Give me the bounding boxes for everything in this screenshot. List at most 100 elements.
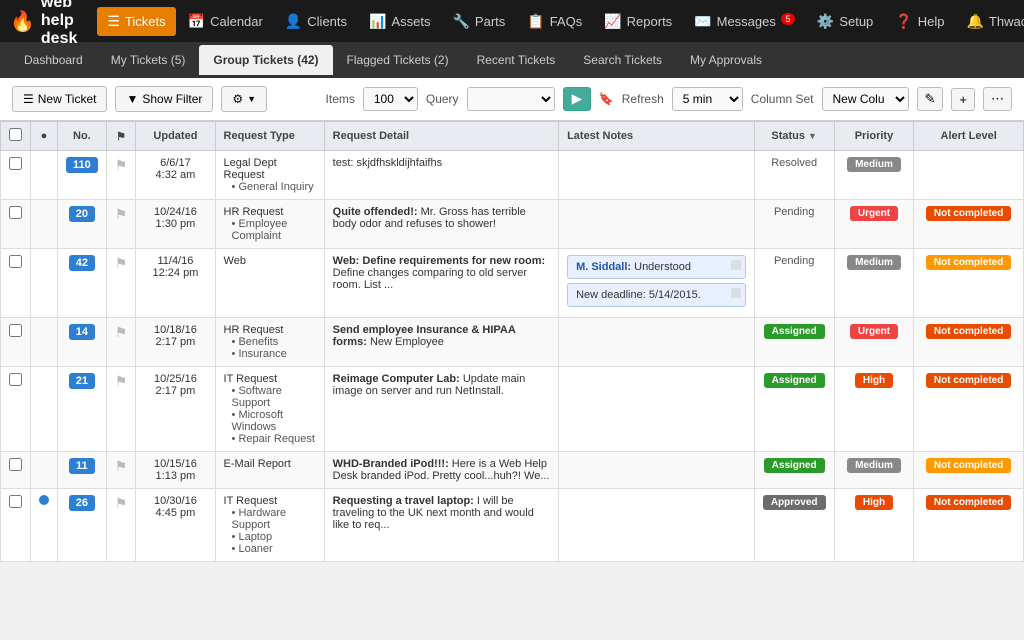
table-row[interactable]: 42⚑11/4/1612:24 pmWebWeb: Define require…	[1, 249, 1024, 318]
row-number-cell[interactable]: 21	[58, 367, 107, 452]
col-header-priority[interactable]: Priority	[834, 122, 914, 151]
row-request-detail-cell[interactable]: test: skjdfhskldijhfaifhs	[324, 151, 558, 200]
nav-item-faqs[interactable]: 📋 FAQs	[517, 7, 592, 36]
row-checkbox[interactable]	[9, 324, 22, 337]
row-alert-level-cell: Not completed	[914, 452, 1024, 489]
row-number-cell[interactable]: 110	[58, 151, 107, 200]
flag-icon[interactable]: ⚑	[115, 495, 128, 511]
ticket-number-badge[interactable]: 110	[66, 157, 98, 173]
table-row[interactable]: 26⚑10/30/164:45 pmIT RequestHardware Sup…	[1, 489, 1024, 562]
run-query-button[interactable]: ▶	[563, 87, 591, 111]
ticket-number-badge[interactable]: 42	[69, 255, 95, 271]
ticket-number-badge[interactable]: 11	[69, 458, 95, 474]
col-header-latest-notes[interactable]: Latest Notes	[559, 122, 755, 151]
table-row[interactable]: 14⚑10/18/162:17 pmHR RequestBenefitsInsu…	[1, 318, 1024, 367]
column-set-select[interactable]: New Colu	[822, 87, 909, 111]
table-row[interactable]: 11⚑10/15/161:13 pmE-Mail ReportWHD-Brand…	[1, 452, 1024, 489]
new-ticket-button[interactable]: ☰ New Ticket	[12, 86, 107, 112]
subnav-dashboard[interactable]: Dashboard	[10, 45, 97, 75]
row-flag-cell[interactable]: ⚑	[106, 200, 136, 249]
row-number-cell[interactable]: 20	[58, 200, 107, 249]
row-checkbox[interactable]	[9, 458, 22, 471]
subnav-flagged-tickets[interactable]: Flagged Tickets (2)	[333, 45, 463, 75]
ticket-number-badge[interactable]: 14	[69, 324, 95, 340]
row-checkbox[interactable]	[9, 373, 22, 386]
flag-icon[interactable]: ⚑	[115, 157, 128, 173]
table-row[interactable]: 20⚑10/24/161:30 pmHR RequestEmployee Com…	[1, 200, 1024, 249]
col-header-request-type[interactable]: Request Type	[215, 122, 324, 151]
col-header-request-detail[interactable]: Request Detail	[324, 122, 558, 151]
row-number-cell[interactable]: 26	[58, 489, 107, 562]
row-latest-notes-cell	[559, 151, 755, 200]
subnav-my-tickets[interactable]: My Tickets (5)	[97, 45, 200, 75]
row-checkbox[interactable]	[9, 157, 22, 170]
col-header-dot: ●	[31, 122, 58, 151]
nav-item-messages[interactable]: ✉️ Messages 5	[684, 7, 805, 36]
nav-item-setup[interactable]: ⚙️ Setup	[807, 7, 883, 36]
flag-icon[interactable]: ⚑	[115, 255, 128, 271]
subnav-group-tickets[interactable]: Group Tickets (42)	[199, 45, 332, 75]
row-flag-cell[interactable]: ⚑	[106, 151, 136, 200]
row-flag-cell[interactable]: ⚑	[106, 452, 136, 489]
row-flag-cell[interactable]: ⚑	[106, 249, 136, 318]
logo[interactable]: 🔥 web help desk	[10, 0, 77, 48]
row-number-cell[interactable]: 11	[58, 452, 107, 489]
row-request-detail-cell[interactable]: Quite offended!: Mr. Gross has terrible …	[324, 200, 558, 249]
row-checkbox[interactable]	[9, 495, 22, 508]
row-checkbox[interactable]	[9, 255, 22, 268]
row-checkbox[interactable]	[9, 206, 22, 219]
query-select[interactable]	[467, 87, 555, 111]
col-header-checkbox[interactable]	[1, 122, 31, 151]
row-request-detail-cell[interactable]: WHD-Branded iPod!!!: Here is a Web Help …	[324, 452, 558, 489]
flag-icon[interactable]: ⚑	[115, 373, 128, 389]
row-request-detail-cell[interactable]: Send employee Insurance & HIPAA forms: N…	[324, 318, 558, 367]
table-row[interactable]: 21⚑10/25/162:17 pmIT RequestSoftware Sup…	[1, 367, 1024, 452]
row-request-detail-cell[interactable]: Requesting a travel laptop: I will be tr…	[324, 489, 558, 562]
row-request-detail-cell[interactable]: Reimage Computer Lab: Update main image …	[324, 367, 558, 452]
row-number-cell[interactable]: 14	[58, 318, 107, 367]
nav-item-calendar[interactable]: 📅 Calendar	[178, 7, 273, 36]
ticket-number-badge[interactable]: 26	[69, 495, 95, 511]
add-column-button[interactable]: +	[951, 88, 975, 111]
row-flag-cell[interactable]: ⚑	[106, 367, 136, 452]
nav-item-clients[interactable]: 👤 Clients	[275, 7, 357, 36]
more-options-button[interactable]: ⋯	[983, 87, 1012, 111]
ticket-number-badge[interactable]: 20	[69, 206, 95, 222]
row-request-detail-cell[interactable]: Web: Define requirements for new room: D…	[324, 249, 558, 318]
col-header-updated[interactable]: Updated	[136, 122, 215, 151]
table-row[interactable]: 110⚑6/6/174:32 amLegal Dept RequestGener…	[1, 151, 1024, 200]
nav-item-thwack[interactable]: 🔔 Thwack	[956, 7, 1024, 36]
subnav-recent-tickets[interactable]: Recent Tickets	[463, 45, 570, 75]
nav-item-tickets[interactable]: ☰ Tickets	[97, 7, 175, 36]
flag-icon[interactable]: ⚑	[115, 206, 128, 222]
nav-label-reports: Reports	[627, 14, 673, 29]
row-flag-cell[interactable]: ⚑	[106, 489, 136, 562]
row-updated-cell: 10/25/162:17 pm	[136, 367, 215, 452]
row-status-cell: Approved	[754, 489, 834, 562]
gear-button[interactable]: ⚙ ▼	[221, 86, 267, 112]
ticket-number-badge[interactable]: 21	[69, 373, 95, 389]
flag-icon[interactable]: ⚑	[115, 458, 128, 474]
nav-item-reports[interactable]: 📈 Reports	[594, 7, 682, 36]
col-header-alert-level[interactable]: Alert Level	[914, 122, 1024, 151]
row-alert-level-cell: Not completed	[914, 200, 1024, 249]
refresh-select[interactable]: 5 min 10 min Never	[672, 87, 743, 111]
col-header-number[interactable]: No.	[58, 122, 107, 151]
row-number-cell[interactable]: 42	[58, 249, 107, 318]
edit-columns-button[interactable]: ✎	[917, 87, 944, 111]
row-flag-cell[interactable]: ⚑	[106, 318, 136, 367]
col-header-status[interactable]: Status ▼	[754, 122, 834, 151]
gear-settings[interactable]: ⚙ ▼	[221, 86, 267, 112]
flag-icon[interactable]: ⚑	[115, 324, 128, 340]
show-filter-button[interactable]: ▼ Show Filter	[115, 86, 213, 112]
subnav-my-approvals[interactable]: My Approvals	[676, 45, 776, 75]
select-all-checkbox[interactable]	[9, 128, 22, 141]
nav-label-parts: Parts	[475, 14, 505, 29]
nav-item-help[interactable]: ❓ Help	[885, 7, 954, 36]
nav-item-assets[interactable]: 📊 Assets	[359, 7, 440, 36]
nav-item-parts[interactable]: 🔧 Parts	[442, 7, 515, 36]
row-latest-notes-cell	[559, 489, 755, 562]
items-per-page-select[interactable]: 100 50 25	[363, 87, 418, 111]
col-header-flag[interactable]: ⚑	[106, 122, 136, 151]
subnav-search-tickets[interactable]: Search Tickets	[569, 45, 676, 75]
